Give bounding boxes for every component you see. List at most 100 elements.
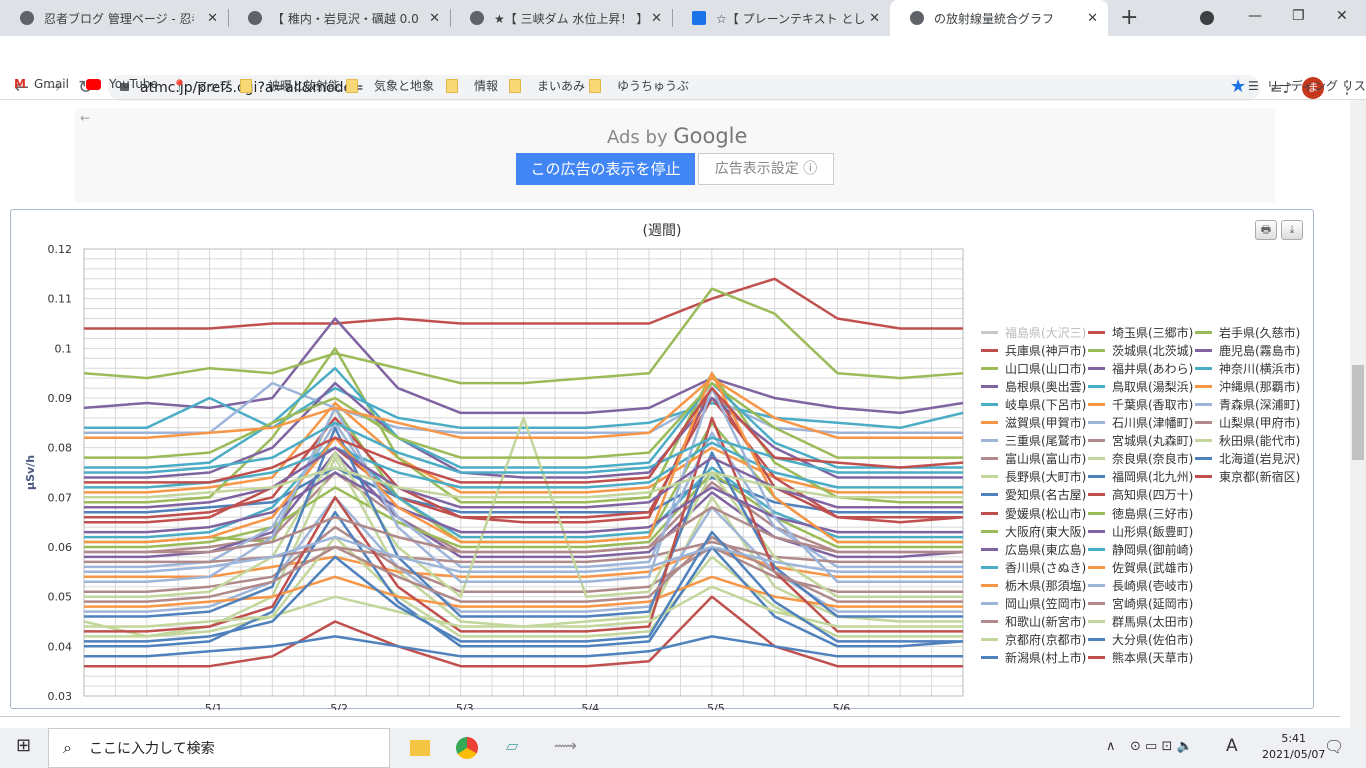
- legend-item[interactable]: 佐賀県(武雄市): [1088, 559, 1193, 575]
- new-tab-button[interactable]: +: [1120, 5, 1138, 30]
- legend-item[interactable]: 和歌山(新宮市): [981, 614, 1086, 630]
- bookmark-folder[interactable]: ゆうちゅうぶ: [589, 77, 689, 94]
- clock[interactable]: 5:41 2021/05/07: [1262, 731, 1325, 763]
- close-tab-icon[interactable]: ✕: [1087, 11, 1098, 26]
- legend-item[interactable]: 愛知県(名古屋): [981, 487, 1086, 503]
- tab-wakkanai[interactable]: 【 稚内・岩見沢・礪越 0.0 ４４✕: [228, 0, 450, 36]
- legend-item[interactable]: 岡山県(笠岡市): [981, 596, 1086, 612]
- reading-list[interactable]: ☰リーディング リスト: [1248, 77, 1366, 94]
- bookmark-youtube[interactable]: YouTube: [86, 77, 158, 91]
- legend-item[interactable]: 山形県(飯豊町): [1088, 523, 1193, 539]
- legend-item[interactable]: 長崎県(壱岐市): [1088, 577, 1193, 593]
- ime-indicator[interactable]: A: [1226, 736, 1238, 756]
- close-tab-icon[interactable]: ✕: [651, 11, 662, 26]
- profile-menu-icon[interactable]: [1200, 11, 1214, 25]
- legend-label: 滋賀県(甲賀市): [1005, 416, 1087, 430]
- x-tick-label: 5/2: [330, 702, 348, 710]
- legend-item[interactable]: 石川県(津幡町): [1088, 415, 1193, 431]
- legend-item[interactable]: 京都府(京都市): [981, 632, 1086, 648]
- bookmark-folder[interactable]: まいあみ: [509, 77, 585, 94]
- legend-swatch: [1088, 529, 1105, 533]
- legend-item[interactable]: 徳島県(三好市): [1088, 505, 1193, 521]
- legend-item[interactable]: 奈良県(奈良市): [1088, 451, 1193, 467]
- legend-swatch: [981, 511, 998, 515]
- stop-ad-button[interactable]: この広告の表示を停止: [516, 153, 695, 185]
- tab-ninja-blog[interactable]: 忍者ブログ 管理ページ - 忍者ツー✕: [0, 0, 228, 36]
- legend-item[interactable]: 富山県(富山市): [981, 451, 1086, 467]
- legend-item[interactable]: 岩手県(久慈市): [1195, 324, 1300, 340]
- legend-item[interactable]: 千葉県(香取市): [1088, 396, 1193, 412]
- legend-item[interactable]: 広島県(東広島): [981, 541, 1086, 557]
- legend-item[interactable]: 高知県(四万十): [1088, 487, 1193, 503]
- legend-item[interactable]: 三重県(尾鷲市): [981, 433, 1086, 449]
- tab-sankyo-dam[interactable]: ★【 三峡ダム 水位上昇！ 】★ ✕: [450, 0, 672, 36]
- tab-plain-text[interactable]: ☆【 プレーンテキスト として 貼りつ✕: [672, 0, 890, 36]
- legend-item[interactable]: 大分県(佐伯市): [1088, 632, 1193, 648]
- chrome-icon[interactable]: [456, 737, 478, 759]
- y-tick-label: 0.09: [48, 392, 73, 405]
- ad-back-button[interactable]: ←: [80, 111, 90, 125]
- legend-item[interactable]: 兵庫県(神戸市): [981, 342, 1086, 358]
- legend-item[interactable]: 沖縄県(那覇市): [1195, 378, 1300, 394]
- legend-item[interactable]: 北海道(岩見沢): [1195, 451, 1300, 467]
- legend-item[interactable]: 岐阜県(下呂市): [981, 396, 1086, 412]
- app-icon[interactable]: ▱: [506, 736, 518, 755]
- tray-icons[interactable]: ⊙ ▭ ⊡ 🔈: [1130, 739, 1193, 754]
- legend-item[interactable]: 愛媛県(松山市): [981, 505, 1086, 521]
- file-explorer-icon[interactable]: [410, 740, 430, 756]
- close-tab-icon[interactable]: ✕: [207, 11, 218, 26]
- legend-item[interactable]: 秋田県(能代市): [1195, 433, 1300, 449]
- legend-item[interactable]: 鳥取県(湯梨浜): [1088, 378, 1193, 394]
- legend-item[interactable]: 群馬県(太田市): [1088, 614, 1193, 630]
- legend-item[interactable]: 山梨県(甲府市): [1195, 415, 1300, 431]
- legend-item[interactable]: 福岡県(北九州): [1088, 469, 1193, 485]
- legend-item[interactable]: 大阪府(東大阪): [981, 523, 1086, 539]
- app-icon[interactable]: ⟿: [554, 736, 577, 755]
- maximize-button[interactable]: ❐: [1292, 8, 1305, 24]
- legend-item[interactable]: 栃木県(那須塩): [981, 577, 1086, 593]
- bookmark-folder[interactable]: 被曝と放射能: [240, 77, 340, 94]
- legend-item[interactable]: 新潟県(村上市): [981, 650, 1086, 666]
- close-tab-icon[interactable]: ✕: [869, 11, 880, 26]
- tray-chevron-icon[interactable]: ∧: [1106, 739, 1116, 754]
- legend-item[interactable]: 埼玉県(三郷市): [1088, 324, 1193, 340]
- legend-item[interactable]: 香川県(さぬき): [981, 559, 1086, 575]
- legend-label: 広島県(東広島): [1005, 542, 1087, 557]
- legend-item[interactable]: 長野県(大町市): [981, 469, 1086, 485]
- legend-swatch: [981, 529, 998, 533]
- page-scrollbar[interactable]: [1350, 100, 1366, 728]
- legend-item[interactable]: 島根県(奥出雲): [981, 378, 1086, 394]
- windows-start-icon[interactable]: ⊞: [16, 735, 31, 756]
- close-window-button[interactable]: ✕: [1336, 8, 1348, 24]
- legend-item[interactable]: 神奈川(横浜市): [1195, 360, 1300, 376]
- legend-item[interactable]: 宮城県(丸森町): [1088, 433, 1193, 449]
- tab-radiation-graph[interactable]: の放射線量統合グラフ ✕: [890, 0, 1108, 36]
- legend-item[interactable]: 東京都(新宿区): [1195, 469, 1300, 485]
- bookmark-folder[interactable]: 気象と地象: [346, 77, 434, 94]
- ad-settings-button[interactable]: 広告表示設定 ⓘ: [698, 153, 834, 185]
- legend-item[interactable]: 福井県(あわら): [1088, 360, 1193, 376]
- notifications-icon[interactable]: 🗨: [1324, 737, 1344, 756]
- legend-item[interactable]: 滋賀県(甲賀市): [981, 415, 1086, 431]
- globe-icon: [910, 11, 924, 25]
- legend-item[interactable]: 茨城県(北茨城): [1088, 342, 1193, 358]
- legend-item[interactable]: 鹿児島(霧島市): [1195, 342, 1300, 358]
- legend-swatch: [981, 366, 998, 370]
- legend-item[interactable]: 青森県(深浦町): [1195, 396, 1300, 412]
- scrollbar-thumb[interactable]: [1352, 365, 1364, 460]
- legend-item[interactable]: 静岡県(御前崎): [1088, 541, 1193, 557]
- bookmark-maps[interactable]: 📍 マップ: [172, 77, 231, 94]
- legend-item[interactable]: 宮崎県(延岡市): [1088, 596, 1193, 612]
- x-tick-label: 5/5: [707, 702, 725, 710]
- folder-icon: [446, 78, 458, 93]
- legend-item[interactable]: 山口県(山口市): [981, 360, 1086, 376]
- close-tab-icon[interactable]: ✕: [429, 11, 440, 26]
- taskbar-search[interactable]: ⌕ ここに入力して検索: [48, 728, 390, 768]
- minimize-button[interactable]: —: [1248, 8, 1262, 24]
- legend-item[interactable]: 福島県(大沢三): [981, 324, 1086, 340]
- legend-label: 福井県(あわら): [1112, 361, 1194, 376]
- legend-item[interactable]: 熊本県(天草市): [1088, 650, 1193, 666]
- bookmark-folder[interactable]: 情報: [446, 77, 498, 94]
- bookmark-gmail[interactable]: M Gmail: [14, 77, 69, 91]
- legend-swatch: [1088, 602, 1105, 605]
